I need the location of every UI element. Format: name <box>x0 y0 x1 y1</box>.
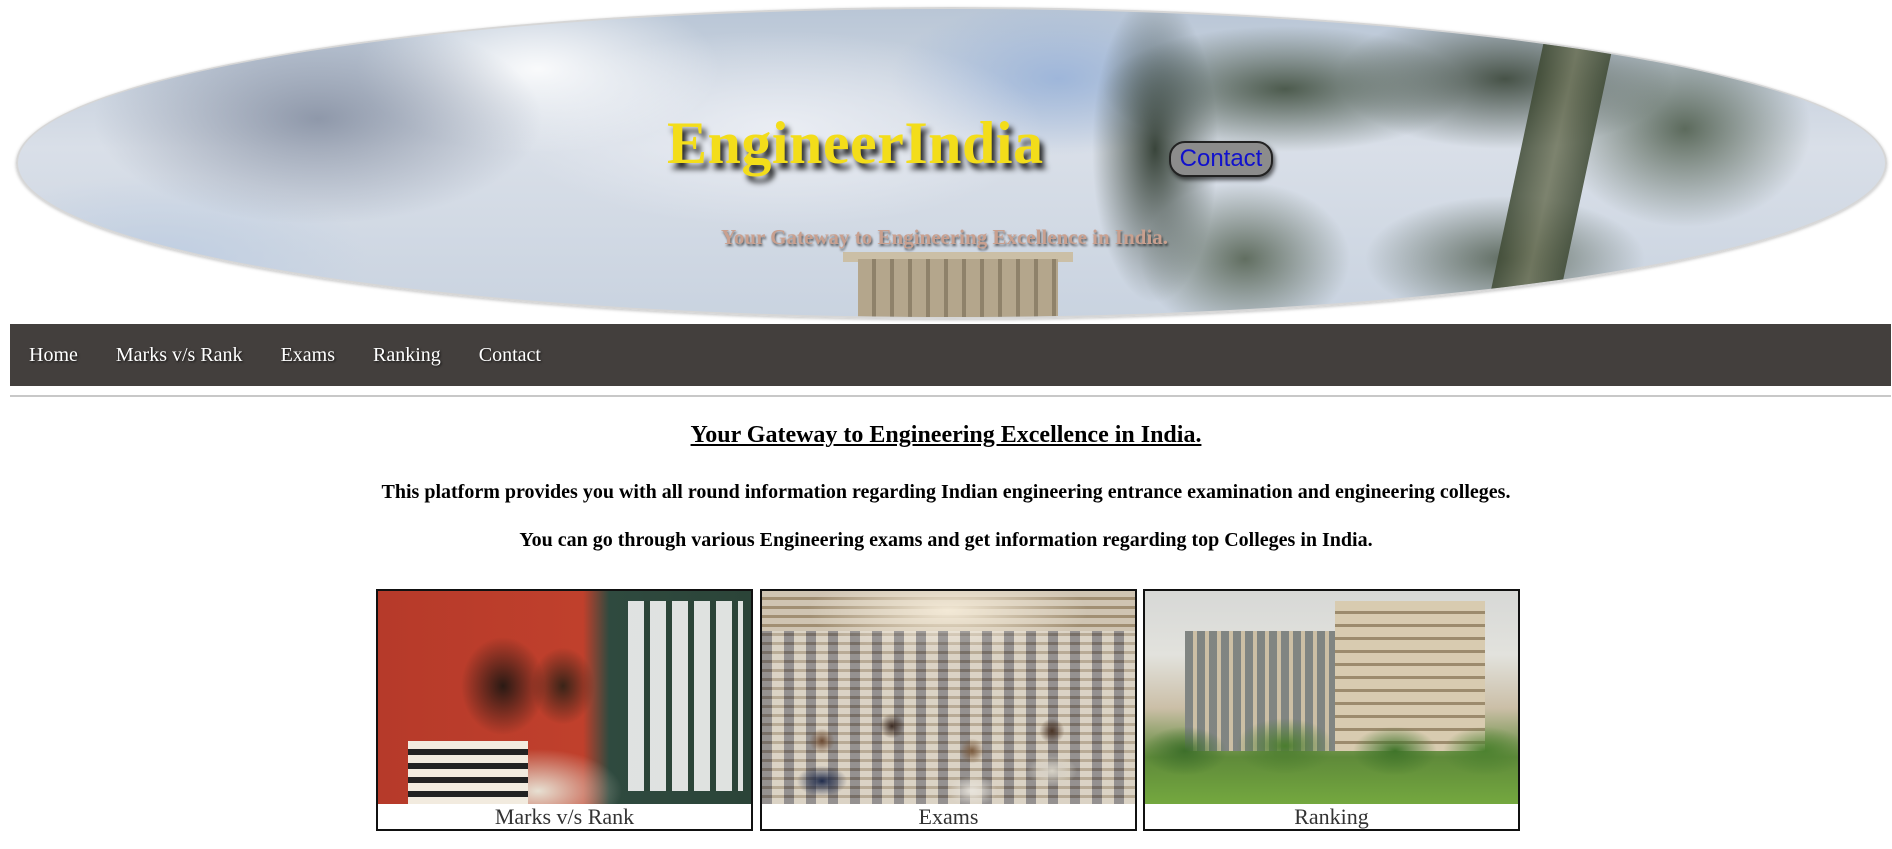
nav-item-exams[interactable]: Exams <box>262 344 354 367</box>
nav-item-ranking[interactable]: Ranking <box>354 344 460 367</box>
divider <box>10 395 1891 397</box>
intro-paragraph-1: This platform provides you with all roun… <box>381 481 1511 503</box>
palm-tree-image <box>985 9 1885 317</box>
nav-item-marks-vs-rank[interactable]: Marks v/s Rank <box>97 344 262 367</box>
card-marks-vs-rank[interactable]: Marks v/s Rank <box>376 589 753 831</box>
nav-item-home[interactable]: Home <box>10 344 97 367</box>
contact-button[interactable]: Contact <box>1169 141 1273 177</box>
students-writing-image <box>762 631 1135 804</box>
brand-title: EngineerIndia <box>667 110 1044 176</box>
banner-tagline: Your Gateway to Engineering Excellence i… <box>721 225 1169 249</box>
card-ranking[interactable]: Ranking <box>1143 589 1520 831</box>
page-heading: Your Gateway to Engineering Excellence i… <box>690 422 1202 448</box>
students-checking-results-image <box>378 591 751 804</box>
card-caption: Ranking <box>1294 804 1369 829</box>
nav-item-contact[interactable]: Contact <box>460 344 560 367</box>
nav-list: Home Marks v/s Rank Exams Ranking Contac… <box>10 324 1891 386</box>
intro-paragraph-2: You can go through various Engineering e… <box>519 529 1373 551</box>
result-sheets-image <box>628 601 743 791</box>
main-navbar: Home Marks v/s Rank Exams Ranking Contac… <box>10 324 1891 386</box>
card-caption: Exams <box>918 804 979 829</box>
striped-shirt-image <box>408 741 528 804</box>
card-exams[interactable]: Exams <box>760 589 1137 831</box>
header-banner: EngineerIndia Contact Your Gateway to En… <box>16 7 1887 319</box>
campus-trees-image <box>1145 711 1518 781</box>
exam-hall-image <box>762 591 1135 804</box>
college-campus-image <box>1145 591 1518 804</box>
card-caption: Marks v/s Rank <box>494 804 635 829</box>
building-image <box>858 259 1058 317</box>
